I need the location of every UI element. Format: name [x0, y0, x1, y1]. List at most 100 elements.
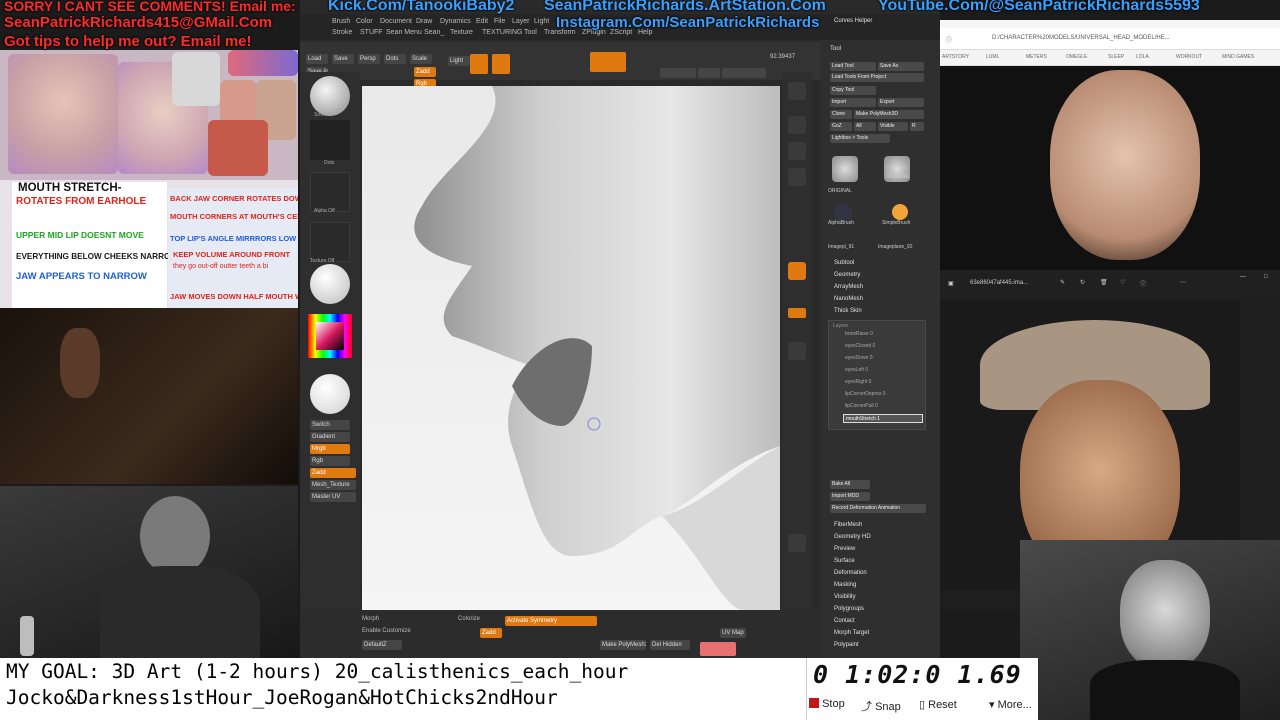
visibility-menu-item[interactable]: Visibility — [834, 594, 856, 600]
preview-menu-item[interactable]: Preview — [834, 546, 855, 552]
zadd-button[interactable]: Zadd — [414, 67, 436, 77]
fibermesh-menu-item[interactable]: FiberMesh — [834, 522, 862, 528]
menu-texturing[interactable]: TEXTURING — [482, 29, 522, 36]
r-button[interactable]: R — [910, 122, 924, 131]
goz-button[interactable]: GoZ — [830, 122, 852, 131]
load-tool-button[interactable]: Load Tool — [830, 62, 876, 71]
bookmark-item[interactable]: SLEEP — [1108, 54, 1124, 60]
import-mdd-button[interactable]: Import MDD — [830, 492, 870, 501]
menu-color[interactable]: Color — [356, 18, 373, 25]
copy-tool-button[interactable]: Copy Tool — [830, 86, 876, 95]
transp-icon[interactable] — [788, 534, 806, 552]
morph-target-menu-item[interactable]: Morph Target — [834, 630, 869, 636]
menu-zscript[interactable]: ZScript — [610, 29, 632, 36]
viewport-canvas[interactable] — [362, 86, 780, 610]
bookmark-item[interactable]: LUML — [986, 54, 999, 60]
arraymesh-menu-item[interactable]: ArrayMesh — [834, 284, 863, 290]
tool-thumb[interactable] — [832, 156, 858, 182]
activate-symmetry-button[interactable]: Activate Symmetry — [505, 616, 597, 626]
zadd-bottom-button[interactable]: Zadd — [480, 628, 502, 638]
menu-help[interactable]: Help — [638, 29, 652, 36]
info-icon[interactable]: ⓘ — [1140, 279, 1146, 288]
master-uv-button[interactable]: Master UV — [310, 492, 356, 502]
tool-tab[interactable]: Tool — [830, 46, 841, 52]
import-button[interactable]: Import — [830, 98, 876, 107]
bookmark-item[interactable]: WORKOUT — [1176, 54, 1202, 60]
reset-button[interactable]: ▯ Reset — [919, 698, 957, 711]
load-image-button[interactable] — [660, 68, 696, 78]
menu-file[interactable]: File — [494, 18, 505, 25]
bake-all-button[interactable]: Bake All — [830, 480, 870, 489]
rgb-left-button[interactable]: Rgb — [310, 456, 350, 466]
menu-stroke[interactable]: Stroke — [332, 29, 352, 36]
red-swatch[interactable] — [700, 642, 736, 656]
masking-menu-item[interactable]: Masking — [834, 582, 856, 588]
zoom-icon[interactable] — [788, 142, 806, 160]
menu-brush[interactable]: Brush — [332, 18, 350, 25]
del-hidden-button[interactable]: Del Hidden — [650, 640, 690, 650]
menu-layer[interactable]: Layer — [512, 18, 530, 25]
morph-item[interactable]: eyesClosed 0 — [845, 343, 875, 349]
frame-icon[interactable] — [788, 342, 806, 360]
move-button[interactable] — [590, 52, 626, 72]
more-button[interactable]: ▾ More... — [989, 698, 1032, 711]
export-button[interactable]: Export — [878, 98, 924, 107]
visible-button[interactable]: Visible — [878, 122, 908, 131]
gizmo-button[interactable] — [698, 68, 720, 78]
bpr-icon[interactable] — [788, 82, 806, 100]
menu-dynamics[interactable]: Dynamics — [440, 18, 471, 25]
tool-thumb[interactable] — [892, 204, 908, 220]
menu-document[interactable]: Document — [380, 18, 412, 25]
deformation-menu-item[interactable]: Deformation — [834, 570, 867, 576]
color-square[interactable] — [316, 322, 344, 350]
matcap-preview[interactable] — [310, 374, 350, 414]
brush-preview[interactable] — [310, 76, 350, 116]
more-icon[interactable]: ⋯ — [1180, 279, 1186, 286]
all-button[interactable]: All — [854, 122, 876, 131]
snap-button[interactable]: ⤴ Snap — [861, 698, 901, 714]
persp-button[interactable]: Persp — [358, 54, 380, 64]
polypaint-menu-item[interactable]: Polypaint — [834, 642, 859, 648]
geometry-menu-item[interactable]: Geometry — [834, 272, 860, 278]
save-as-tool-button[interactable]: Save As — [878, 62, 924, 71]
save-button[interactable]: Save — [332, 54, 354, 64]
bookmark-item[interactable]: LOLA — [1136, 54, 1149, 60]
menu-tool[interactable]: Tool — [524, 29, 537, 36]
draw-button[interactable] — [492, 54, 510, 74]
mrgb-button[interactable]: Mrgb — [310, 444, 350, 454]
clone-button[interactable]: Clone — [830, 110, 852, 119]
surface-menu-item[interactable]: Surface — [834, 558, 855, 564]
curves-helper-tab[interactable]: Curves Helper — [834, 18, 872, 24]
uv-map-button[interactable]: UV Map — [720, 628, 746, 638]
texture-preview[interactable] — [310, 222, 350, 262]
menu-texture[interactable]: Texture — [450, 29, 473, 36]
morph-item[interactable]: browRaise 0 — [845, 331, 873, 337]
light-button[interactable]: Light — [448, 56, 470, 66]
menu-transform[interactable]: Transform — [544, 29, 576, 36]
enable-customize-label[interactable]: Enable Customize — [362, 628, 411, 634]
menu-sean-menu[interactable]: Sean Menu — [386, 29, 422, 36]
menu-sean[interactable]: Sean_ — [424, 29, 444, 36]
load-tools-from-project-button[interactable]: Load Tools From Project — [830, 73, 924, 82]
stroke-preview[interactable] — [310, 120, 350, 160]
morph-item[interactable]: eyesDown 0 — [845, 355, 873, 361]
delete-icon[interactable]: 🗑 — [1100, 279, 1108, 286]
address-bar[interactable]: ⓘ D:/CHARACTER%20MODELS/UNIVERSAL_HEAD_M… — [940, 28, 1280, 50]
record-deformation-button[interactable]: Record Deformation Animation — [830, 504, 926, 513]
geometry-hd-menu-item[interactable]: Geometry HD — [834, 534, 871, 540]
morph-item-active[interactable]: mouthStretch 1 — [843, 414, 923, 423]
alpha-preview[interactable] — [310, 172, 350, 212]
mesh-texture-button[interactable]: Mesh_Texture — [310, 480, 356, 490]
color-picker[interactable] — [308, 314, 352, 358]
rotate-icon[interactable]: ↻ — [1080, 279, 1085, 286]
nanomesh-menu-item[interactable]: NanoMesh — [834, 296, 863, 302]
bookmark-item[interactable]: OMEGLE — [1066, 54, 1087, 60]
load-button[interactable]: Load — [306, 54, 328, 64]
morph-item[interactable]: lipCornerPull 0 — [845, 403, 878, 409]
lightbox-tools-button[interactable]: Lightbox > Tools — [830, 134, 890, 143]
bookmark-item[interactable]: METERS — [1026, 54, 1047, 60]
morph-item[interactable]: eyesLeft 0 — [845, 367, 868, 373]
polygroups-menu-item[interactable]: Polygroups — [834, 606, 864, 612]
scroll-icon[interactable] — [788, 116, 806, 134]
floor-icon[interactable] — [788, 262, 806, 280]
